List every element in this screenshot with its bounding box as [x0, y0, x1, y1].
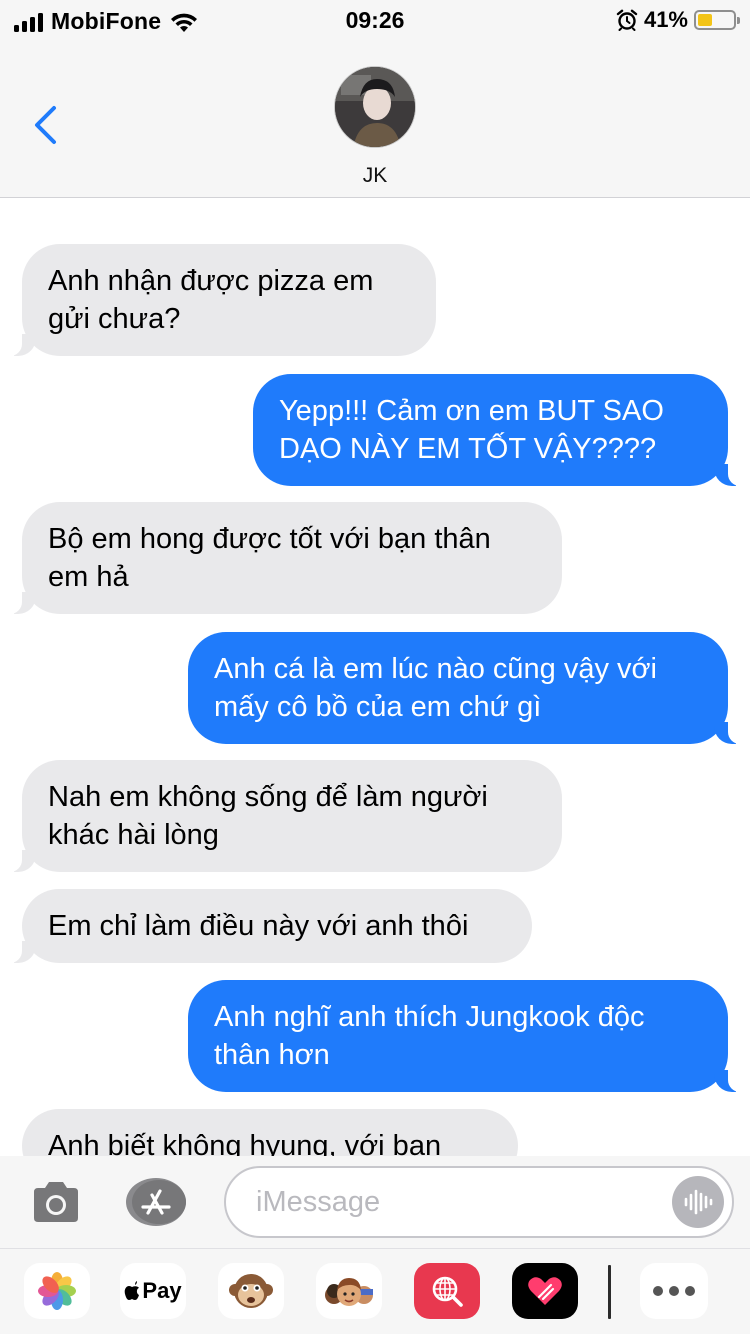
message-bubble-incoming[interactable]: Anh nhận được pizza em gửi chưa? — [8, 244, 436, 356]
message-text: Bộ em hong được tốt với bạn thân em hả — [48, 523, 491, 593]
message-bubble-outgoing[interactable]: Anh nghĩ anh thích Jungkook độc thân hơn — [188, 980, 742, 1092]
chevron-left-icon — [35, 106, 56, 144]
audio-message-button[interactable] — [672, 1176, 724, 1228]
message-bubble-incoming[interactable]: Nah em không sống để làm người khác hài … — [8, 760, 562, 872]
message-list[interactable]: Anh nhận được pizza em gửi chưa? Yepp!!!… — [0, 198, 750, 1156]
message-text: Anh biết không hyung, với bạn — [48, 1130, 442, 1156]
app-store-button[interactable] — [126, 1178, 188, 1226]
app-drawer: Pay — [0, 1248, 750, 1334]
message-text: Yepp!!! Cảm ơn em BUT SAO DẠO NÀY EM TỐT… — [279, 395, 664, 465]
avatar-photo — [335, 67, 415, 147]
contact-avatar[interactable] — [334, 66, 416, 148]
battery-fill — [698, 14, 712, 26]
drawer-divider — [608, 1265, 611, 1319]
message-input[interactable] — [256, 1182, 656, 1222]
status-bar: MobiFone 09:26 41% — [0, 0, 750, 40]
message-bubble-incoming[interactable]: Bộ em hong được tốt với bạn thân em hả — [8, 502, 562, 614]
globe-search-icon — [432, 1276, 463, 1307]
message-input-field[interactable] — [224, 1166, 734, 1238]
apple-pay-app-button[interactable]: Pay — [120, 1263, 186, 1319]
message-bubble-outgoing[interactable]: Yepp!!! Cảm ơn em BUT SAO DẠO NÀY EM TỐT… — [253, 374, 742, 486]
camera-button[interactable] — [30, 1180, 82, 1226]
message-bubble-incoming[interactable]: Anh biết không hyung, với bạn — [22, 1109, 518, 1156]
back-button[interactable] — [24, 100, 64, 150]
digital-touch-app-button[interactable] — [512, 1263, 578, 1319]
message-text: Anh cá là em lúc nào cũng vậy với mấy cô… — [214, 653, 657, 723]
contact-name[interactable]: JK — [0, 164, 750, 188]
more-icon — [653, 1286, 695, 1296]
apple-pay-text: Pay — [142, 1278, 182, 1303]
battery-icon — [694, 10, 740, 30]
compose-bar — [0, 1156, 750, 1248]
camera-icon — [34, 1182, 78, 1222]
app-store-icon — [126, 1178, 186, 1226]
battery-percent: 41% — [643, 7, 688, 32]
heart-touch-icon — [528, 1277, 562, 1305]
animoji-app-button[interactable] — [218, 1263, 284, 1319]
status-right: 41% — [616, 7, 740, 33]
photos-icon — [38, 1272, 76, 1310]
memoji-app-button[interactable] — [316, 1263, 382, 1319]
message-text: Anh nhận được pizza em gửi chưa? — [48, 265, 374, 335]
message-bubble-outgoing[interactable]: Anh cá là em lúc nào cũng vậy với mấy cô… — [188, 632, 742, 744]
apple-pay-label: Pay — [124, 1278, 182, 1304]
message-text: Em chỉ làm điều này với anh thôi — [48, 910, 469, 942]
message-text: Anh nghĩ anh thích Jungkook độc thân hơn — [214, 1001, 645, 1071]
message-text: Nah em không sống để làm người khác hài … — [48, 781, 488, 851]
more-apps-button[interactable] — [640, 1263, 708, 1319]
photos-app-button[interactable] — [24, 1263, 90, 1319]
waveform-icon — [684, 1189, 713, 1215]
alarm-icon — [616, 9, 638, 31]
monkey-icon — [229, 1274, 273, 1308]
message-bubble-incoming[interactable]: Em chỉ làm điều này với anh thôi — [8, 889, 532, 963]
memoji-icon — [325, 1278, 373, 1306]
conversation-header: JK — [0, 40, 750, 198]
apple-logo-icon — [125, 1281, 140, 1300]
web-search-app-button[interactable] — [414, 1263, 480, 1319]
